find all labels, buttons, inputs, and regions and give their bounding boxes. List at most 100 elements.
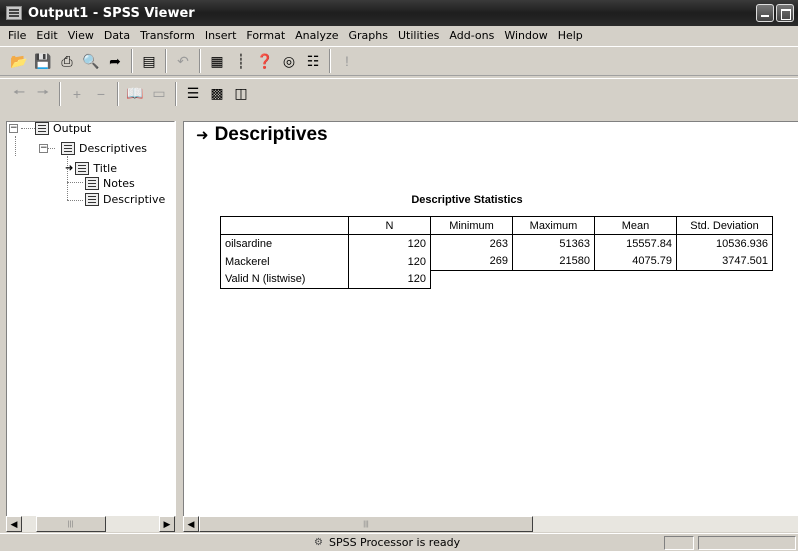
scrollbar-thumb[interactable]: |||	[35, 516, 106, 532]
tree-line	[67, 200, 83, 201]
tree-line	[67, 182, 83, 183]
column-header: Minimum	[430, 216, 513, 235]
undo-icon[interactable]: ↶	[172, 50, 194, 72]
table-row: Valid N (listwise) 120	[220, 270, 773, 289]
menu-insert[interactable]: Insert	[200, 29, 242, 42]
status-cell	[698, 536, 796, 550]
select-last-output-icon[interactable]: ☷	[302, 50, 324, 72]
menu-view[interactable]: View	[63, 29, 99, 42]
table-title: Descriptive Statistics	[411, 194, 523, 206]
goto-data-icon[interactable]: ▦	[206, 50, 228, 72]
designate-window-icon[interactable]: !	[336, 50, 358, 72]
empty-cell	[430, 270, 773, 289]
outline-horizontal-scrollbar[interactable]: ◀ ||| ▶	[6, 516, 175, 532]
show-icon[interactable]: 📖	[124, 83, 146, 105]
promote-icon[interactable]: 🠔	[8, 83, 30, 105]
output-book-icon	[35, 122, 49, 135]
output-content-pane[interactable]: ➜ Descriptives Descriptive Statistics N …	[183, 121, 798, 516]
table-cell: 4075.79	[594, 252, 677, 271]
insert-text-icon[interactable]: ◫	[230, 83, 252, 105]
book-icon	[61, 142, 75, 155]
scrollbar-thumb[interactable]: |||	[199, 516, 533, 532]
descriptive-statistics-table[interactable]: N Minimum Maximum Mean Std. Deviation oi…	[220, 216, 773, 289]
menu-graphs[interactable]: Graphs	[344, 29, 393, 42]
toolbar-separator	[131, 49, 133, 73]
table-cell: 3747.501	[676, 252, 773, 271]
tree-line	[15, 136, 16, 156]
main-toolbar: 📂 💾 ⎙ 🔍 ➦ ▤ ↶ ▦ ┊ ❓ ◎ ☷ !	[0, 46, 798, 76]
save-icon[interactable]: 💾	[32, 50, 54, 72]
scroll-right-icon[interactable]: ▶	[159, 516, 175, 532]
menu-utilities[interactable]: Utilities	[393, 29, 444, 42]
table-cell: 10536.936	[676, 234, 773, 253]
table-cell: 21580	[512, 252, 595, 271]
window-controls	[756, 4, 794, 22]
scroll-left-icon[interactable]: ◀	[183, 516, 199, 532]
content-horizontal-scrollbar[interactable]: ◀ |||	[183, 516, 798, 532]
title-icon	[75, 162, 90, 175]
row-label: oilsardine	[220, 234, 349, 253]
print-icon[interactable]: ⎙	[56, 50, 78, 72]
open-icon[interactable]: 📂	[8, 50, 30, 72]
table-row: oilsardine 120 263 51363 15557.84 10536.…	[220, 234, 773, 253]
processor-icon: ⚙	[314, 537, 323, 548]
table-cell: 263	[430, 234, 513, 253]
maximize-button[interactable]	[776, 4, 794, 22]
menu-transform[interactable]: Transform	[135, 29, 200, 42]
current-item-arrow-icon: ➜	[196, 127, 209, 144]
export-icon[interactable]: ➦	[104, 50, 126, 72]
column-header: Mean	[594, 216, 677, 235]
status-bar: ⚙ SPSS Processor is ready	[0, 533, 798, 551]
window-title: Output1 - SPSS Viewer	[28, 5, 195, 21]
table-cell: 51363	[512, 234, 595, 253]
tree-item-title[interactable]: ➜ Title	[65, 162, 117, 175]
outline-pane[interactable]: − Output − Descriptives ➜ Title Notes De…	[6, 121, 175, 516]
menu-bar: File Edit View Data Transform Insert For…	[0, 26, 798, 45]
pane-splitter[interactable]	[175, 121, 183, 516]
menu-file[interactable]: File	[3, 29, 31, 42]
tree-item-notes[interactable]: Notes	[85, 177, 135, 190]
tree-item-label: Notes	[103, 177, 135, 190]
menu-edit[interactable]: Edit	[31, 29, 62, 42]
scroll-left-icon[interactable]: ◀	[6, 516, 22, 532]
collapse-toggle-icon[interactable]: −	[9, 124, 18, 133]
menu-window[interactable]: Window	[499, 29, 552, 42]
tree-item-output[interactable]: − Output	[9, 122, 91, 135]
tree-item-descriptives[interactable]: − Descriptives	[39, 142, 147, 155]
table-cell: 120	[348, 234, 431, 253]
menu-analyze[interactable]: Analyze	[290, 29, 343, 42]
status-text: SPSS Processor is ready	[328, 536, 461, 549]
use-sets-icon[interactable]: ◎	[278, 50, 300, 72]
toolbar-separator	[199, 49, 201, 73]
menu-help[interactable]: Help	[553, 29, 588, 42]
collapse-toggle-icon[interactable]: −	[39, 144, 48, 153]
status-cell	[664, 536, 694, 550]
minimize-button[interactable]	[756, 4, 774, 22]
table-cell: 15557.84	[594, 234, 677, 253]
collapse-icon[interactable]: −	[90, 83, 112, 105]
tree-item-label: Title	[93, 162, 117, 175]
toolbar-separator	[175, 81, 177, 106]
output-heading[interactable]: ➜ Descriptives	[196, 124, 328, 146]
menu-data[interactable]: Data	[99, 29, 135, 42]
demote-icon[interactable]: 🠖	[32, 83, 54, 105]
expand-icon[interactable]: +	[66, 83, 88, 105]
menu-format[interactable]: Format	[241, 29, 290, 42]
table-row: Mackerel 120 269 21580 4075.79 3747.501	[220, 252, 773, 271]
tree-item-label: Descriptives	[79, 142, 147, 155]
insert-heading-icon[interactable]: ☰	[182, 83, 204, 105]
variables-icon[interactable]: ❓	[254, 50, 276, 72]
dialog-recall-icon[interactable]: ▤	[138, 50, 160, 72]
row-label: Mackerel	[220, 252, 349, 271]
title-bar: Output1 - SPSS Viewer	[0, 0, 798, 26]
goto-case-icon[interactable]: ┊	[230, 50, 252, 72]
tree-item-descriptive-statistics[interactable]: Descriptive	[85, 193, 165, 206]
print-preview-icon[interactable]: 🔍	[80, 50, 102, 72]
toolbar-separator	[329, 49, 331, 73]
hide-icon[interactable]: ▭	[148, 83, 170, 105]
insert-title-icon[interactable]: ▩	[206, 83, 228, 105]
notes-icon	[85, 177, 99, 190]
table-cell: 269	[430, 252, 513, 271]
toolbar-separator	[165, 49, 167, 73]
menu-add-ons[interactable]: Add-ons	[444, 29, 499, 42]
